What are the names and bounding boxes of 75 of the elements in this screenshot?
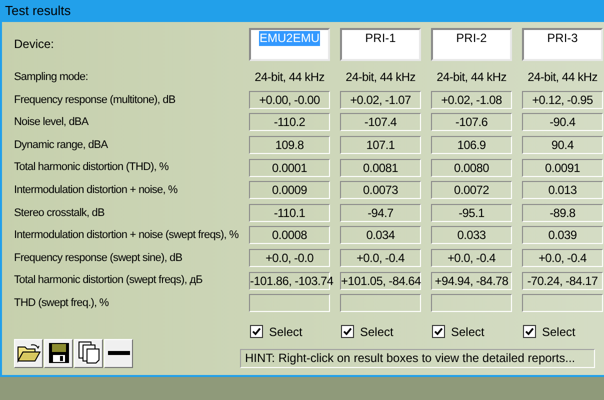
result-box[interactable]: -90.4 <box>522 113 603 132</box>
empty-result-box[interactable] <box>431 294 512 312</box>
folder-icon <box>16 343 40 364</box>
row-label: Total harmonic distortion (swept freqs), дБ <box>14 273 204 288</box>
row-label: Intermodulation distortion + noise, % <box>14 183 178 198</box>
result-box[interactable]: -89.8 <box>522 204 603 222</box>
hint-bar: HINT: Right-click on result boxes to view the detailed reports... <box>240 348 595 368</box>
minus-button[interactable] <box>104 338 133 368</box>
result-box[interactable]: -94.7 <box>340 204 421 222</box>
result-box[interactable]: 0.0001 <box>249 158 330 177</box>
select-checkbox[interactable] <box>432 325 445 338</box>
result-box[interactable]: -95.1 <box>431 204 512 222</box>
row-label: Intermodulation distortion + noise (swept freqs), % <box>14 228 240 244</box>
row-label: THD (swept freq.), % <box>14 296 110 311</box>
result-box[interactable]: 109.8 <box>249 136 330 154</box>
select-checkbox[interactable] <box>250 325 263 338</box>
select-checkbox[interactable] <box>523 325 536 338</box>
result-box[interactable]: 0.013 <box>522 181 603 200</box>
result-box[interactable]: +94.94, -84.78 <box>431 272 512 290</box>
result-box[interactable]: -70.24, -84.17 <box>522 272 603 290</box>
result-box[interactable]: 0.033 <box>431 226 512 244</box>
device-name-field[interactable]: PRI-2 <box>431 28 512 61</box>
row-label: Noise level, dBA <box>14 115 90 130</box>
sampling-mode-text: 24-bit, 44 kHz <box>526 69 598 86</box>
result-box[interactable]: +101.05, -84.64 <box>340 272 421 290</box>
row-label: Frequency response (multitone), dB <box>14 92 176 108</box>
select-label: Select <box>451 324 484 341</box>
result-box[interactable]: 0.0091 <box>522 158 603 177</box>
empty-result-box[interactable] <box>340 294 421 312</box>
row-label: Total harmonic distortion (THD), % <box>14 160 170 176</box>
result-box[interactable]: 107.1 <box>340 136 421 154</box>
device-name-field[interactable]: PRI-1 <box>340 28 421 61</box>
save-button[interactable] <box>44 338 73 368</box>
result-box[interactable]: 0.0072 <box>431 181 512 200</box>
result-box[interactable]: -110.2 <box>249 113 330 132</box>
result-box[interactable]: 0.0073 <box>340 181 421 200</box>
empty-result-box[interactable] <box>522 294 603 312</box>
result-box[interactable]: +0.00, -0.00 <box>249 90 330 109</box>
result-box[interactable]: 0.0081 <box>340 158 421 177</box>
empty-result-box[interactable] <box>249 294 330 312</box>
copy-button[interactable] <box>74 338 103 368</box>
row-label: Dynamic range, dBA <box>14 138 109 153</box>
minus-icon <box>108 351 130 356</box>
row-label: Stereo crosstalk, dB <box>14 206 106 221</box>
result-box[interactable]: 0.0009 <box>249 181 330 200</box>
result-box[interactable]: -107.6 <box>431 113 512 132</box>
result-box[interactable]: -110.1 <box>249 204 330 222</box>
window-title: Test results <box>5 2 71 20</box>
result-box[interactable]: 90.4 <box>522 136 603 154</box>
result-box[interactable]: +0.0, -0.4 <box>522 249 603 268</box>
result-box[interactable]: +0.12, -0.95 <box>522 90 603 109</box>
select-checkbox[interactable] <box>341 325 354 338</box>
result-box[interactable]: 0.034 <box>340 226 421 244</box>
result-box[interactable]: +0.02, -1.07 <box>340 90 421 109</box>
select-label: Select <box>269 324 302 341</box>
sampling-mode-text: 24-bit, 44 kHz <box>344 69 416 86</box>
select-label: Select <box>360 324 394 341</box>
result-box[interactable]: +0.0, -0.4 <box>431 249 512 268</box>
result-box[interactable]: 0.0080 <box>431 158 512 177</box>
result-box[interactable]: -107.4 <box>340 113 421 132</box>
result-box[interactable]: +0.0, -0.4 <box>340 249 421 268</box>
row-label: Sampling mode: <box>14 70 89 86</box>
select-label: Select <box>542 324 576 341</box>
device-name-field[interactable]: PRI-3 <box>522 28 603 61</box>
result-box[interactable]: 106.9 <box>431 136 512 154</box>
row-label: Frequency response (swept sine), dB <box>14 250 184 266</box>
open-folder-button[interactable] <box>14 338 43 368</box>
result-box[interactable]: 0.039 <box>522 226 603 244</box>
result-box[interactable]: +0.02, -1.08 <box>431 90 512 109</box>
sampling-mode-text: 24-bit, 44 kHz <box>436 69 508 86</box>
result-box[interactable]: 0.0008 <box>249 226 330 244</box>
device-label: Device: <box>14 37 54 51</box>
result-box[interactable]: +0.0, -0.0 <box>249 249 330 268</box>
pages-icon <box>78 341 100 366</box>
sampling-mode-text: 24-bit, 44 kHz <box>254 69 326 86</box>
